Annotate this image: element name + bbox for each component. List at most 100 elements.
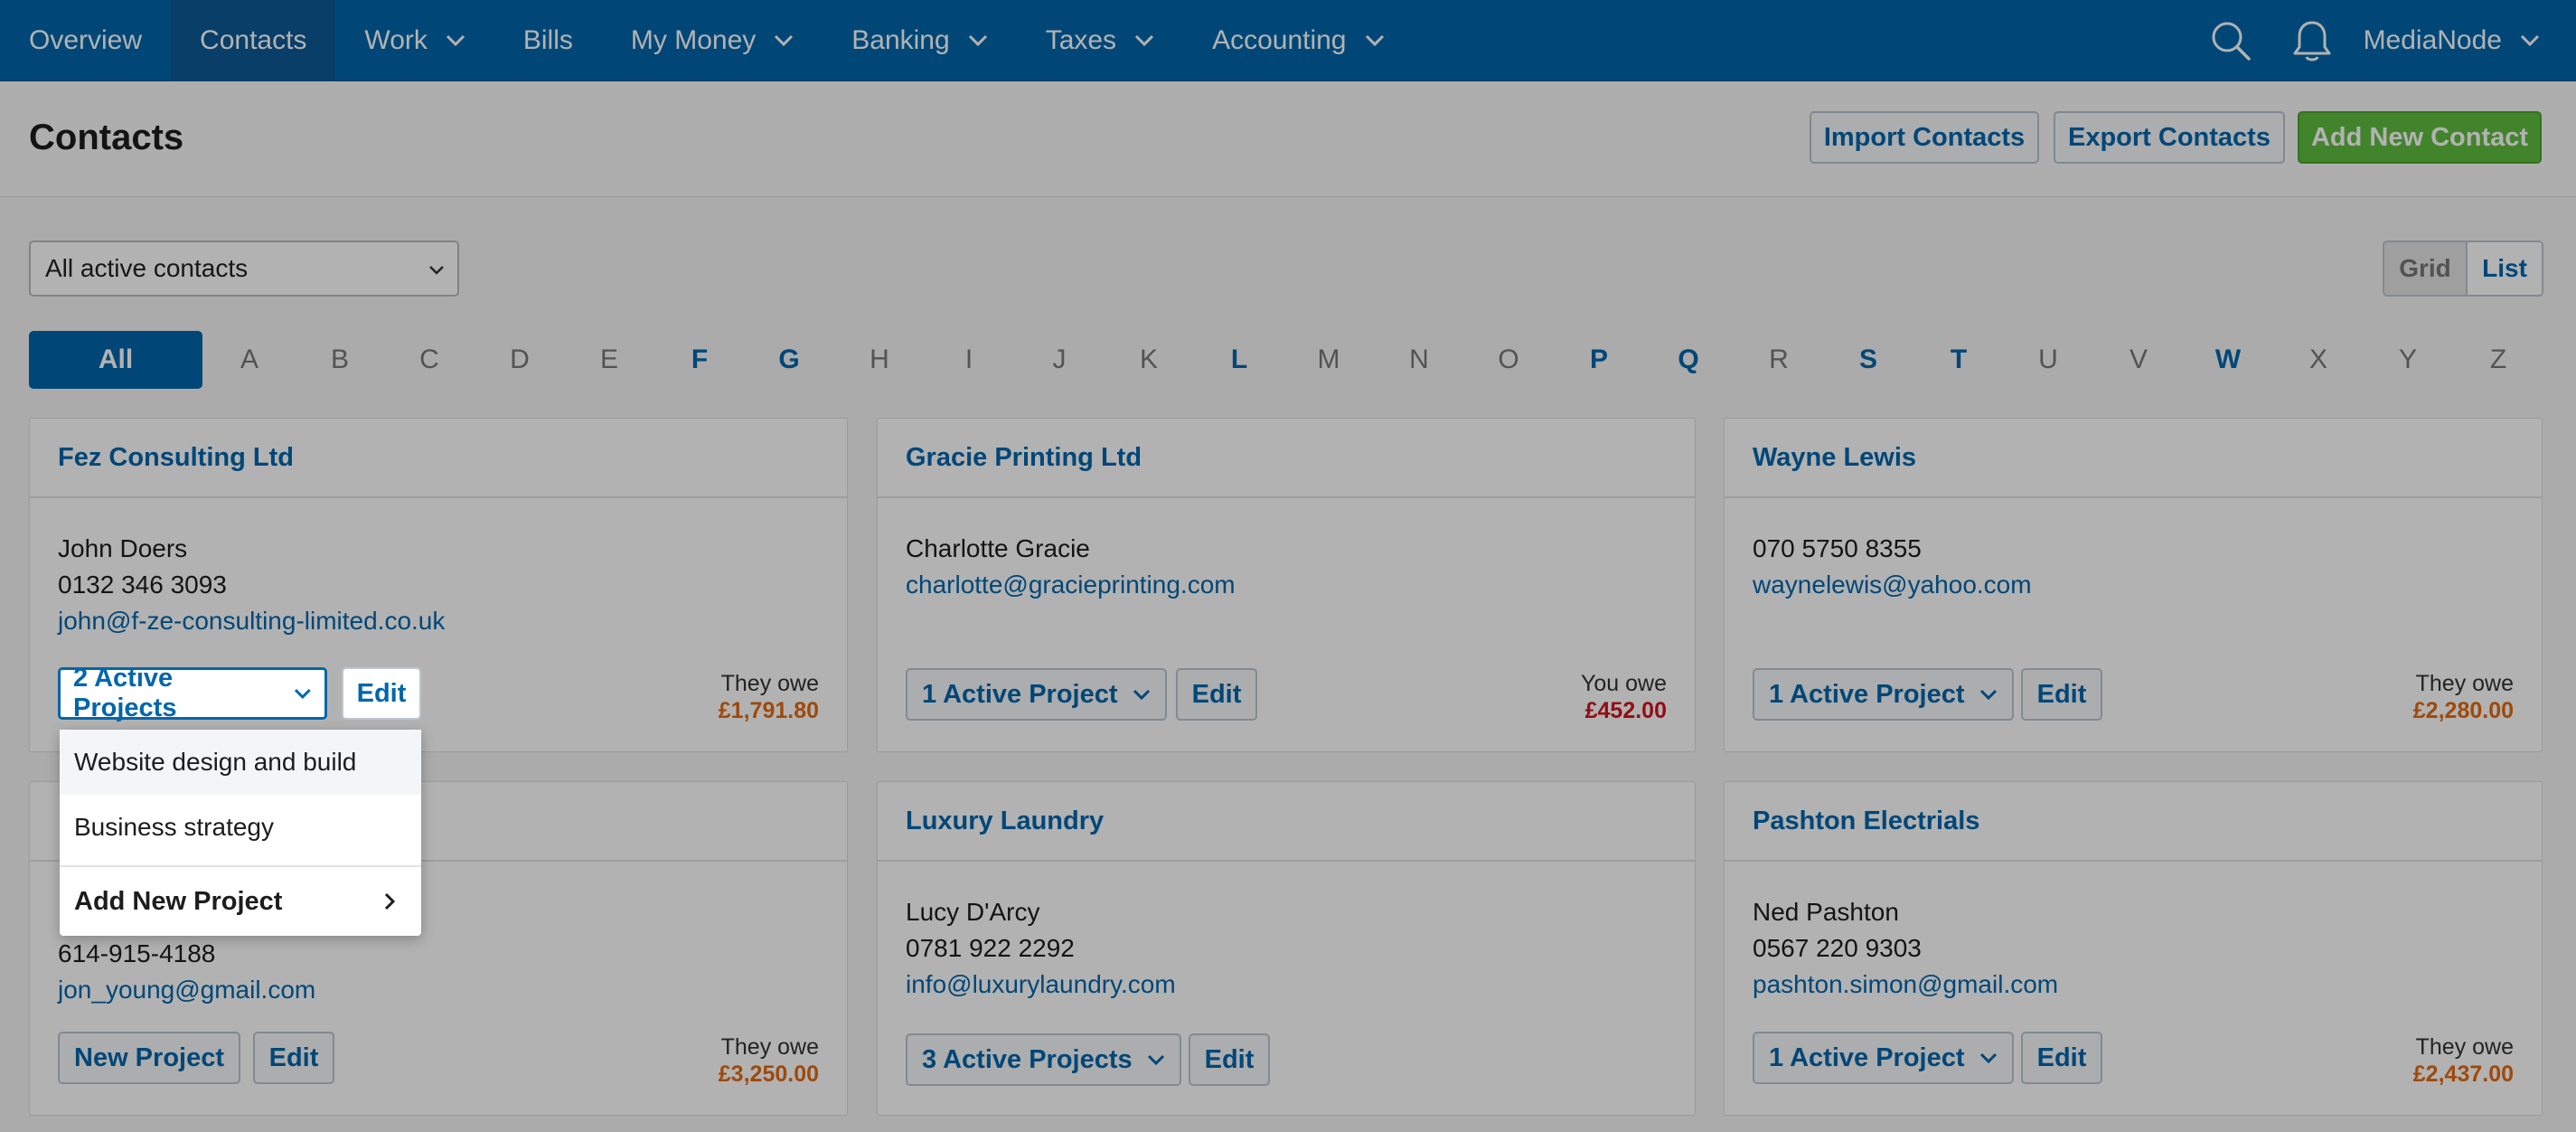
- bell-icon[interactable]: [2271, 0, 2353, 81]
- page-title: Contacts: [29, 118, 184, 157]
- active-projects-dropdown[interactable]: 1 Active Project: [906, 668, 1167, 721]
- contacts-filter-select[interactable]: All active contacts: [29, 241, 459, 297]
- user-name: MediaNode: [2363, 25, 2502, 55]
- alphabet-letter-l[interactable]: L: [1212, 331, 1266, 389]
- add-new-contact-button[interactable]: Add New Contact: [2298, 111, 2542, 164]
- chevron-down-icon: [1133, 689, 1150, 700]
- view-grid-button[interactable]: Grid: [2383, 241, 2468, 297]
- alphabet-letter-b: B: [330, 344, 349, 374]
- balance-amount: £2,437.00: [2412, 1061, 2514, 1087]
- balance-amount: £1,791.80: [718, 698, 819, 723]
- balance-label: They owe: [720, 1034, 819, 1060]
- alphabet-letter-s[interactable]: S: [1841, 331, 1895, 389]
- alphabet-letter-t[interactable]: T: [1932, 331, 1986, 389]
- alphabet-all-button[interactable]: All: [29, 331, 202, 389]
- contact-name-link[interactable]: Luxury Laundry: [906, 807, 1104, 836]
- chevron-down-icon: [1135, 34, 1154, 46]
- chevron-right-icon: [384, 892, 396, 910]
- chevron-down-icon: [446, 34, 465, 46]
- card-header: Luxury Laundry: [878, 782, 1695, 862]
- projects-label: 1 Active Project: [922, 679, 1118, 709]
- nav-taxes[interactable]: Taxes: [1017, 0, 1183, 81]
- contact-name-link[interactable]: Wayne Lewis: [1753, 443, 1916, 473]
- new-project-button[interactable]: New Project: [58, 1032, 240, 1084]
- view-list-button[interactable]: List: [2466, 241, 2543, 297]
- nav-my-money[interactable]: My Money: [602, 0, 823, 81]
- projects-label: 2 Active Projects: [73, 664, 177, 722]
- import-contacts-button[interactable]: Import Contacts: [1810, 111, 2039, 164]
- contact-phone: 0781 922 2292: [906, 934, 1075, 962]
- balance-label: They owe: [720, 671, 819, 696]
- contact-phone: 0567 220 9303: [1753, 934, 1922, 962]
- alphabet-letter-n: N: [1409, 344, 1429, 374]
- edit-button[interactable]: Edit: [253, 1032, 334, 1084]
- alphabet-letter-a: A: [240, 344, 259, 374]
- active-projects-dropdown[interactable]: 1 Active Project: [1753, 668, 2014, 721]
- add-new-project-label: Add New Project: [74, 886, 283, 916]
- nav-contacts[interactable]: Contacts: [171, 0, 336, 81]
- contact-email[interactable]: info@luxurylaundry.com: [906, 967, 1667, 1003]
- active-projects-dropdown-open[interactable]: 2 Active Projects: [58, 664, 327, 722]
- balance-amount: £3,250.00: [718, 1061, 819, 1087]
- card-header: Wayne Lewis: [1725, 419, 2542, 498]
- contact-name-link[interactable]: Pashton Electrials: [1753, 807, 1979, 836]
- nav-right: MediaNode: [2190, 0, 2576, 81]
- project-menu-item[interactable]: Business strategy: [60, 795, 421, 860]
- alphabet-letter-g[interactable]: G: [762, 331, 816, 389]
- alphabet-letter-x: X: [2308, 344, 2327, 374]
- card-body: Ned Pashton 0567 220 9303 pashton.simon@…: [1725, 862, 2542, 1003]
- nav-bills[interactable]: Bills: [494, 0, 602, 81]
- user-menu[interactable]: MediaNode: [2353, 25, 2576, 56]
- edit-button[interactable]: Edit: [2021, 668, 2102, 721]
- contact-name-link[interactable]: Fez Consulting Ltd: [58, 443, 294, 473]
- project-menu-item[interactable]: Website design and build: [60, 730, 421, 795]
- chevron-down-icon: [968, 34, 987, 46]
- contact-phone: 0132 346 3093: [58, 571, 227, 599]
- nav-work[interactable]: Work: [335, 0, 494, 81]
- contact-name-link[interactable]: Gracie Printing Ltd: [906, 443, 1142, 473]
- active-projects-dropdown[interactable]: 1 Active Project: [1753, 1032, 2014, 1084]
- edit-button[interactable]: Edit: [1189, 1033, 1270, 1086]
- active-projects-dropdown[interactable]: 3 Active Projects: [906, 1033, 1181, 1086]
- contact-email[interactable]: pashton.simon@gmail.com: [1753, 967, 2514, 1003]
- nav-overview[interactable]: Overview: [0, 0, 171, 81]
- balance-label: They owe: [2415, 671, 2514, 696]
- chevron-down-icon: [1147, 1054, 1164, 1065]
- alphabet-letter-k: K: [1139, 344, 1158, 374]
- alphabet-letter-h: H: [870, 344, 889, 374]
- contact-phone: 070 5750 8355: [1753, 534, 1922, 562]
- balance: They owe £2,280.00: [2413, 670, 2514, 724]
- contact-card: Pashton Electrials Ned Pashton 0567 220 …: [1724, 781, 2543, 1116]
- projects-dropdown-menu: Website design and build Business strate…: [60, 730, 421, 936]
- balance: They owe £1,791.80: [719, 670, 819, 724]
- edit-button[interactable]: Edit: [342, 667, 421, 720]
- nav-label: Contacts: [200, 24, 307, 55]
- balance-label: They owe: [2415, 1034, 2514, 1060]
- contact-email[interactable]: charlotte@graciepr​inting.com: [906, 567, 1667, 603]
- search-icon[interactable]: [2190, 0, 2271, 81]
- nav-label: Accounting: [1212, 24, 1347, 55]
- edit-button[interactable]: Edit: [2021, 1032, 2102, 1084]
- nav-accounting[interactable]: Accounting: [1183, 0, 1413, 81]
- chevron-down-icon: [775, 34, 794, 46]
- chevron-down-icon: [429, 266, 444, 275]
- alphabet-letter-f[interactable]: F: [672, 331, 727, 389]
- edit-button[interactable]: Edit: [1176, 668, 1257, 721]
- alphabet-letter-p[interactable]: P: [1572, 331, 1626, 389]
- alphabet-letter-m: M: [1317, 344, 1340, 374]
- alphabet-letter-q[interactable]: Q: [1661, 331, 1716, 389]
- contact-email[interactable]: jon_young@gmail.com: [58, 972, 819, 1008]
- alphabet-letter-i: I: [964, 344, 973, 374]
- balance-amount: £2,280.00: [2412, 698, 2514, 723]
- alphabet-letter-d: D: [510, 344, 530, 374]
- alphabet-letter-w[interactable]: W: [2201, 331, 2255, 389]
- search-icon-glyph: [2212, 22, 2251, 61]
- export-contacts-button[interactable]: Export Contacts: [2054, 111, 2285, 164]
- contact-email[interactable]: john@f-ze-consulting-limited.co.uk: [58, 603, 819, 639]
- add-new-project-item[interactable]: Add New Project: [60, 867, 421, 936]
- alphabet-letter-j: J: [1052, 344, 1067, 374]
- projects-label: 3 Active Projects: [922, 1044, 1133, 1074]
- contact-email[interactable]: waynelewis@yahoo.com: [1753, 567, 2514, 603]
- chevron-down-icon: [1979, 1052, 1997, 1063]
- nav-banking[interactable]: Banking: [823, 0, 1016, 81]
